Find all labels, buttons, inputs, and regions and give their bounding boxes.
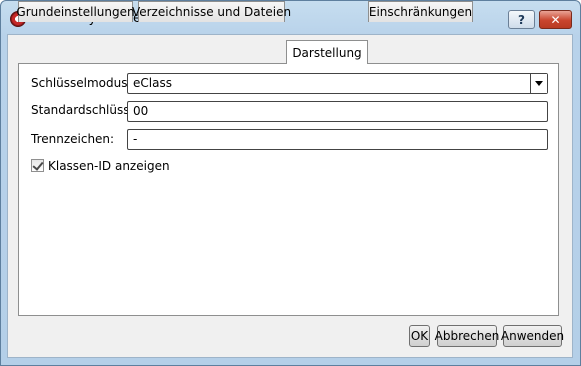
show-class-id-checkbox[interactable] bbox=[31, 159, 44, 172]
tab-darstellung[interactable]: Darstellung bbox=[286, 40, 368, 64]
key-mode-value: eClass bbox=[133, 76, 172, 90]
tab-einschraenkungen[interactable]: Einschränkungen bbox=[368, 1, 473, 22]
help-button[interactable]: ? bbox=[508, 10, 535, 29]
show-class-id-label[interactable]: Klassen-ID anzeigen bbox=[48, 159, 170, 173]
key-mode-label: Schlüsselmodus: bbox=[31, 76, 132, 90]
default-key-input[interactable]: 00 bbox=[127, 101, 548, 122]
apply-button[interactable]: Anwenden bbox=[501, 325, 564, 347]
separator-input[interactable]: - bbox=[127, 129, 548, 150]
chevron-down-icon[interactable] bbox=[530, 74, 547, 93]
key-mode-select[interactable]: eClass bbox=[127, 73, 548, 94]
close-button[interactable]: ✕ bbox=[539, 10, 572, 29]
ok-button[interactable]: OK bbox=[409, 325, 430, 347]
tab-verzeichnisse-und-dateien[interactable]: Verzeichnisse und Dateien bbox=[132, 1, 291, 22]
cancel-button[interactable]: Abbrechen bbox=[435, 325, 499, 347]
separator-label: Trennzeichen: bbox=[31, 132, 115, 146]
tab-grundeinstellungen[interactable]: Grundeinstellungen bbox=[16, 1, 135, 22]
